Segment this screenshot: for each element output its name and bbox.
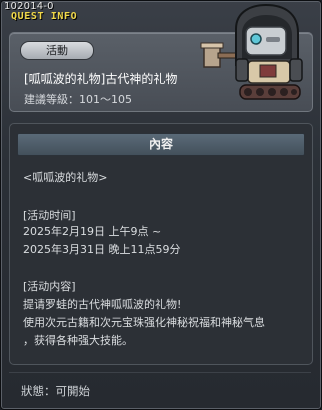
recommended-level: 建議等級：101～105 (24, 93, 132, 106)
content-line: <呱呱波的礼物> (23, 171, 108, 184)
content-line: ，获得各种强大技能。 (23, 334, 133, 347)
content-line: 使用次元古籍和次元宝珠强化神秘祝福和神秘气息 (23, 316, 265, 329)
quest-info-window: 102014-0 QUEST INFO 活動 [呱呱波的礼物]古代神的礼物 建議… (0, 0, 322, 410)
content-line: [活动时间] (23, 209, 76, 222)
quest-status: 狀態：可開始 (21, 384, 90, 398)
content-line: 2025年3月31日 晚上11点59分 (23, 243, 181, 256)
content-line: 2025年2月19日 上午9点 ~ (23, 225, 162, 238)
window-title: QUEST INFO (11, 11, 78, 22)
footer-divider (9, 372, 311, 373)
quest-type-badge: 活動 (20, 41, 94, 60)
content-section-header: 內容 (17, 133, 305, 156)
content-line: [活动内容] (23, 280, 76, 293)
quest-title: [呱呱波的礼物]古代神的礼物 (24, 72, 178, 86)
content-line: 提请罗蛙的古代神呱呱波的礼物! (23, 298, 182, 311)
hooded-robot-with-mallet-icon (200, 3, 303, 100)
